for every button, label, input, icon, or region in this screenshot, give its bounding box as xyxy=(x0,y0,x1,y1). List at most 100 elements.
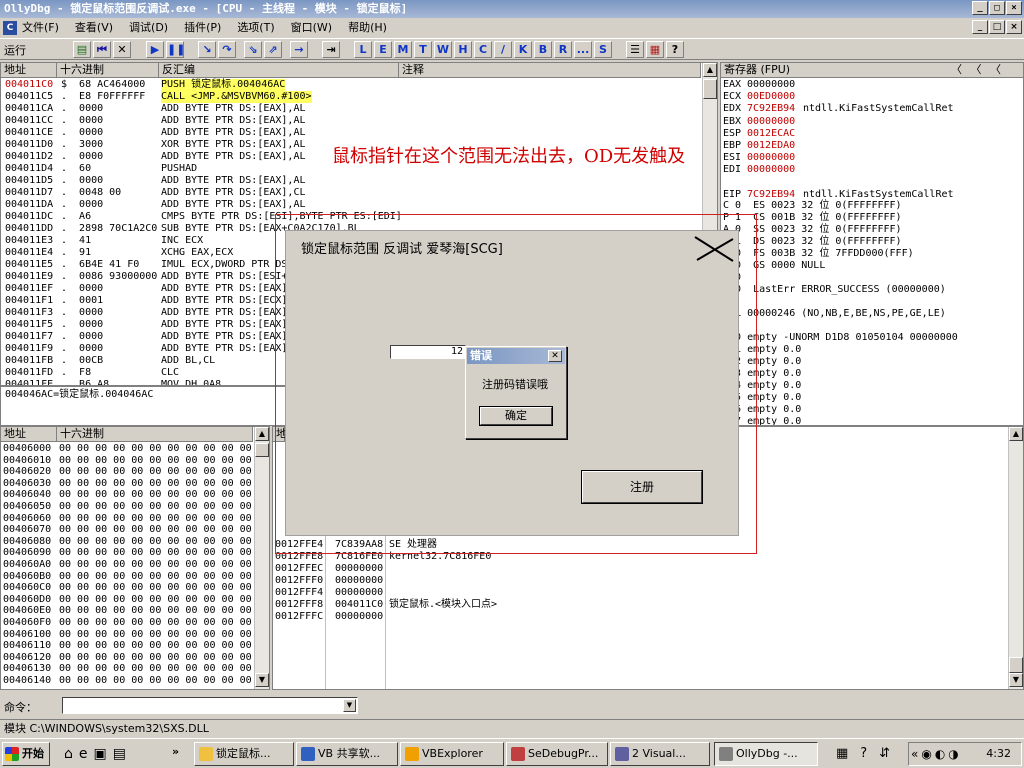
dump-pane[interactable]: 地址 十六进制 00406000 00 00 00 00 00 00 00 00 … xyxy=(0,426,270,690)
dump-address[interactable]: 00406020 xyxy=(3,466,51,478)
dump-bytes[interactable]: 00 00 00 00 00 00 00 00 00 00 00 00 00 0… xyxy=(59,547,269,559)
dump-address[interactable]: 00406050 xyxy=(3,501,51,513)
disasm-instruction[interactable]: ADD BYTE PTR DS:[EAX],AL xyxy=(161,343,306,355)
dump-bytes[interactable]: 00 00 00 00 00 00 00 00 00 00 00 00 00 0… xyxy=(59,478,269,490)
toolbar-letter-button[interactable]: S xyxy=(594,41,612,58)
dump-address[interactable]: 004060D0 xyxy=(3,594,51,606)
disasm-address[interactable]: 004011FD xyxy=(5,367,53,379)
disasm-address[interactable]: 004011EF xyxy=(5,283,53,295)
stack-address[interactable]: 0012FFFC xyxy=(275,611,323,623)
stack-value[interactable]: 00000000 xyxy=(335,575,383,587)
open-icon[interactable]: ▤ xyxy=(73,41,91,58)
list-icon[interactable]: ☰ xyxy=(626,41,644,58)
stack-value[interactable]: 004011C0 xyxy=(335,599,383,611)
dump-bytes[interactable]: 00 00 00 00 00 00 00 00 00 00 00 00 00 0… xyxy=(59,489,269,501)
stack-col-address[interactable]: 地 xyxy=(273,427,287,442)
stack-scroll-up-icon[interactable]: ▲ xyxy=(1009,427,1023,441)
mdi-restore-button[interactable]: □ xyxy=(989,20,1005,34)
disasm-instruction[interactable]: ADD BYTE PTR DS:[EAX],AL xyxy=(161,127,306,139)
dump-bytes[interactable]: 00 00 00 00 00 00 00 00 00 00 00 00 00 0… xyxy=(59,617,269,629)
menu-item[interactable]: 查看(V) xyxy=(75,18,113,38)
dump-address[interactable]: 00406040 xyxy=(3,489,51,501)
dump-address[interactable]: 00406120 xyxy=(3,652,51,664)
dump-bytes[interactable]: 00 00 00 00 00 00 00 00 00 00 00 00 00 0… xyxy=(59,455,269,467)
disasm-instruction[interactable]: ADD BYTE PTR DS:[EAX],CL xyxy=(161,187,306,199)
disasm-address[interactable]: 004011CE xyxy=(5,127,53,139)
dump-address[interactable]: 00406080 xyxy=(3,536,51,548)
disasm-address[interactable]: 004011E3 xyxy=(5,235,53,247)
disasm-instruction[interactable]: XCHG EAX,ECX xyxy=(161,247,233,259)
disasm-address[interactable]: 004011D0 xyxy=(5,139,53,151)
dump-bytes[interactable]: 00 00 00 00 00 00 00 00 00 00 00 00 00 0… xyxy=(59,640,269,652)
register-view-arrows-icon[interactable]: 〈〈〈 xyxy=(951,63,1015,77)
disasm-col-hex[interactable]: 十六进制 xyxy=(57,63,159,78)
register-value[interactable]: 0012ECAC xyxy=(747,128,795,140)
dump-bytes[interactable]: 00 00 00 00 00 00 00 00 00 00 00 00 00 0… xyxy=(59,443,269,455)
disasm-instruction[interactable]: ADD BYTE PTR DS:[EAX],AL xyxy=(161,331,306,343)
close-cross-icon[interactable] xyxy=(693,233,735,263)
stack-comment[interactable]: SE 处理器 xyxy=(389,539,437,551)
dump-address[interactable]: 00406100 xyxy=(3,629,51,641)
stack-scroll-thumb[interactable] xyxy=(1009,657,1023,673)
register-button[interactable]: 注册 xyxy=(581,470,703,504)
command-input[interactable]: ▼ xyxy=(62,697,358,714)
mdi-close-button[interactable]: × xyxy=(1006,20,1022,34)
stack-value[interactable]: 00000000 xyxy=(335,611,383,623)
dump-scroll-down-icon[interactable]: ▼ xyxy=(255,673,269,687)
register-flag-line[interactable]: P 1 CS 001B 32 位 0(FFFFFFFF) xyxy=(723,212,902,224)
dump-address[interactable]: 00406000 xyxy=(3,443,51,455)
disasm-col-comment[interactable]: 注释 xyxy=(399,63,701,78)
disasm-address[interactable]: 004011DC xyxy=(5,211,53,223)
toolbar-letter-button[interactable]: H xyxy=(454,41,472,58)
register-value[interactable]: 7C92EB94 xyxy=(747,189,795,201)
start-button[interactable]: 开始 xyxy=(2,742,50,766)
toolbar-letter-button[interactable]: T xyxy=(414,41,432,58)
restart-icon[interactable]: ⏮ xyxy=(93,41,111,58)
stack-value[interactable]: 7C816FE0 xyxy=(335,551,383,563)
toolbar-letter-button[interactable]: E xyxy=(374,41,392,58)
dump-scrollbar[interactable]: ▲ ▼ xyxy=(254,427,269,689)
disasm-instruction[interactable]: INC ECX xyxy=(161,235,203,247)
dump-address[interactable]: 00406110 xyxy=(3,640,51,652)
disasm-col-address[interactable]: 地址 xyxy=(1,63,57,78)
system-icons[interactable]: ▦?⇵ xyxy=(836,746,902,761)
stack-address[interactable]: 0012FFF4 xyxy=(275,587,323,599)
disasm-address[interactable]: 004011E4 xyxy=(5,247,53,259)
dump-scroll-thumb[interactable] xyxy=(255,443,269,457)
toolbar-letter-button[interactable]: L xyxy=(354,41,372,58)
disasm-address[interactable]: 004011FB xyxy=(5,355,53,367)
command-dropdown-icon[interactable]: ▼ xyxy=(343,699,356,712)
quick-launch-more-icon[interactable]: » xyxy=(172,745,179,758)
toolbar-letter-button[interactable]: W xyxy=(434,41,452,58)
toolbar-letter-button[interactable]: ... xyxy=(574,41,592,58)
menu-item[interactable]: 窗口(W) xyxy=(291,18,332,38)
help-icon[interactable]: ? xyxy=(666,41,684,58)
dump-bytes[interactable]: 00 00 00 00 00 00 00 00 00 00 00 00 00 0… xyxy=(59,524,269,536)
dump-bytes[interactable]: 00 00 00 00 00 00 00 00 00 00 00 00 00 0… xyxy=(59,594,269,606)
stack-scroll-down-icon[interactable]: ▼ xyxy=(1009,673,1023,687)
stack-value[interactable]: 00000000 xyxy=(335,587,383,599)
disasm-address[interactable]: 004011DD xyxy=(5,223,53,235)
stack-address[interactable]: 0012FFE8 xyxy=(275,551,323,563)
dump-address[interactable]: 00406140 xyxy=(3,675,51,687)
dump-bytes[interactable]: 00 00 00 00 00 00 00 00 00 00 00 00 00 0… xyxy=(59,629,269,641)
toolbar-letter-button[interactable]: K xyxy=(514,41,532,58)
dump-address[interactable]: 00406060 xyxy=(3,513,51,525)
register-value[interactable]: 00000000 xyxy=(747,79,795,91)
disasm-instruction[interactable]: CLC xyxy=(161,367,179,379)
goto-icon[interactable]: ⇥ xyxy=(322,41,340,58)
register-value[interactable]: 00000000 xyxy=(747,164,795,176)
disasm-instruction[interactable]: MOV DH,0A8 xyxy=(161,379,221,385)
scroll-thumb[interactable] xyxy=(703,79,717,99)
register-flag-line[interactable]: S 0 FS 003B 32 位 7FFDD000(FFF) xyxy=(723,248,914,260)
step-into-icon[interactable]: ↘ xyxy=(198,41,216,58)
taskbar-button[interactable]: SeDebugPr... xyxy=(506,742,608,766)
disasm-instruction[interactable]: CALL <JMP.&MSVBVM60.#100> xyxy=(161,91,312,103)
dump-scroll-up-icon[interactable]: ▲ xyxy=(255,427,269,441)
register-value[interactable]: 7C92EB94 xyxy=(747,103,795,115)
cpu-window-icon[interactable]: C xyxy=(3,21,17,35)
disasm-address[interactable]: 004011F3 xyxy=(5,307,53,319)
disasm-address[interactable]: 004011C0 xyxy=(5,79,53,91)
dump-bytes[interactable]: 00 00 00 00 00 00 00 00 00 00 00 00 00 0… xyxy=(59,582,269,594)
dump-bytes[interactable]: 00 00 00 00 00 00 00 00 00 00 00 00 00 0… xyxy=(59,501,269,513)
